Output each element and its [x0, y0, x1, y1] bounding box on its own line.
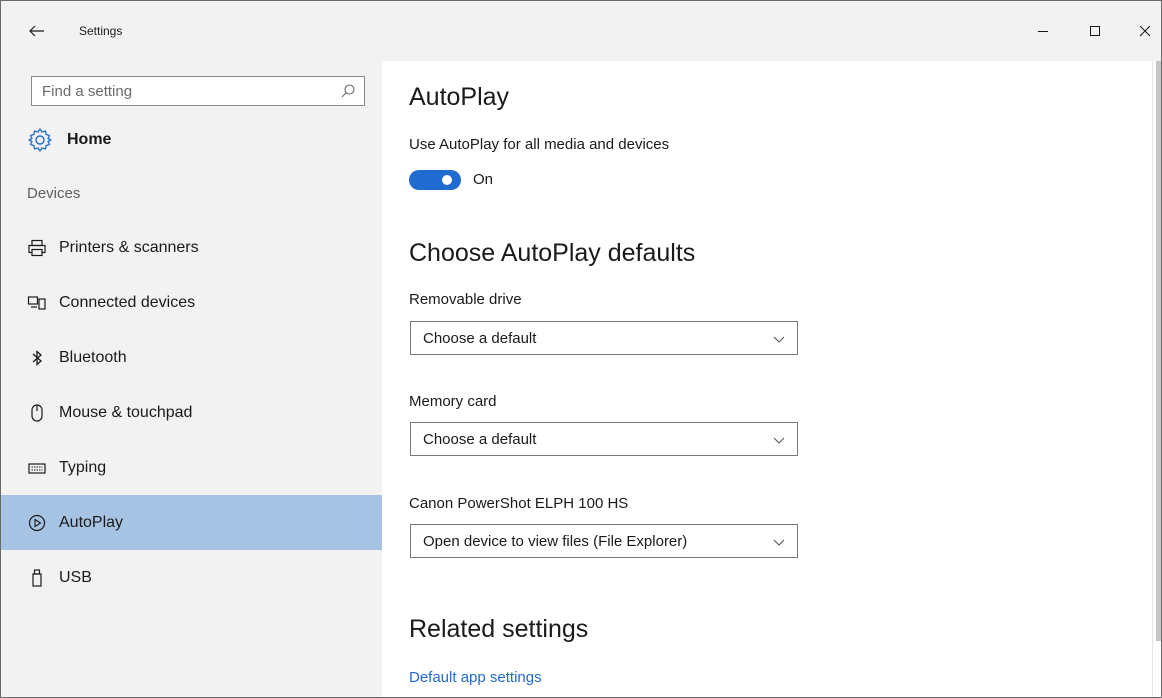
- sidebar-item-typing[interactable]: Typing: [1, 440, 382, 495]
- removable-drive-dropdown[interactable]: Choose a default: [410, 321, 798, 355]
- back-button[interactable]: [23, 17, 51, 45]
- page-title: AutoPlay: [409, 83, 510, 111]
- sidebar-item-label: Typing: [59, 458, 107, 476]
- mouse-icon: [25, 401, 49, 425]
- section-label: Devices: [27, 185, 81, 202]
- minimize-icon: [1038, 31, 1048, 32]
- main-content: AutoPlay Use AutoPlay for all media and …: [382, 61, 1152, 697]
- sidebar-home[interactable]: Home: [27, 124, 367, 156]
- close-icon: [1139, 25, 1151, 37]
- chevron-down-icon: [773, 336, 785, 343]
- keyboard-icon: [25, 456, 49, 480]
- sidebar-item-autoplay[interactable]: AutoPlay: [1, 495, 382, 550]
- autoplay-toggle[interactable]: [409, 170, 461, 190]
- sidebar-item-label: USB: [59, 568, 92, 586]
- sidebar: Home Devices Printers & scanners: [1, 61, 382, 697]
- maximize-icon: [1090, 26, 1100, 36]
- sidebar-item-label: AutoPlay: [59, 513, 124, 531]
- defaults-heading: Choose AutoPlay defaults: [409, 239, 696, 267]
- minimize-button[interactable]: [1023, 17, 1063, 45]
- dropdown-value: Choose a default: [423, 330, 537, 347]
- printer-icon: [25, 236, 49, 260]
- connected-devices-icon: [25, 291, 49, 315]
- memory-card-label: Memory card: [409, 393, 497, 410]
- autoplay-icon: [25, 511, 49, 535]
- dropdown-value: Choose a default: [423, 431, 537, 448]
- sidebar-item-printers-scanners[interactable]: Printers & scanners: [1, 220, 382, 275]
- related-settings-heading: Related settings: [409, 615, 589, 643]
- search-box: [31, 76, 365, 106]
- default-app-settings-link[interactable]: Default app settings: [409, 669, 542, 686]
- sidebar-item-label: Mouse & touchpad: [59, 403, 193, 421]
- toggle-knob: [442, 175, 452, 185]
- search-icon[interactable]: [340, 83, 356, 99]
- sidebar-item-label: Bluetooth: [59, 348, 127, 366]
- gear-icon: [28, 128, 52, 152]
- scrollbar[interactable]: [1152, 61, 1161, 697]
- search-input[interactable]: [32, 77, 342, 105]
- sidebar-item-bluetooth[interactable]: Bluetooth: [1, 330, 382, 385]
- sidebar-item-usb[interactable]: USB: [1, 550, 382, 605]
- usb-icon: [25, 566, 49, 590]
- settings-window: Settings Find a setting Home Devices Pri…: [0, 0, 1162, 698]
- chevron-down-icon: [773, 539, 785, 546]
- dropdown-value: Open device to view files (File Explorer…: [423, 533, 688, 550]
- toggle-state-label: On: [473, 171, 494, 188]
- removable-drive-label: Removable drive: [409, 291, 522, 308]
- maximize-button[interactable]: [1075, 17, 1115, 45]
- home-label: Home: [67, 131, 112, 148]
- scrollbar-thumb[interactable]: [1156, 61, 1161, 641]
- title-bar: Settings: [1, 1, 1161, 61]
- sidebar-item-label: Printers & scanners: [59, 238, 199, 256]
- camera-device-dropdown[interactable]: Open device to view files (File Explorer…: [410, 524, 798, 558]
- sidebar-item-connected-devices[interactable]: Connected devices: [1, 275, 382, 330]
- sidebar-item-label: Connected devices: [59, 293, 196, 311]
- close-button[interactable]: [1125, 17, 1161, 45]
- bluetooth-icon: [25, 346, 49, 370]
- sidebar-item-mouse-touchpad[interactable]: Mouse & touchpad: [1, 385, 382, 440]
- autoplay-toggle-label: Use AutoPlay for all media and devices: [409, 136, 670, 153]
- arrow-left-icon: [29, 25, 44, 37]
- chevron-down-icon: [773, 437, 785, 444]
- memory-card-dropdown[interactable]: Choose a default: [410, 422, 798, 456]
- window-title: Settings: [79, 24, 123, 38]
- camera-device-label: Canon PowerShot ELPH 100 HS: [409, 495, 629, 512]
